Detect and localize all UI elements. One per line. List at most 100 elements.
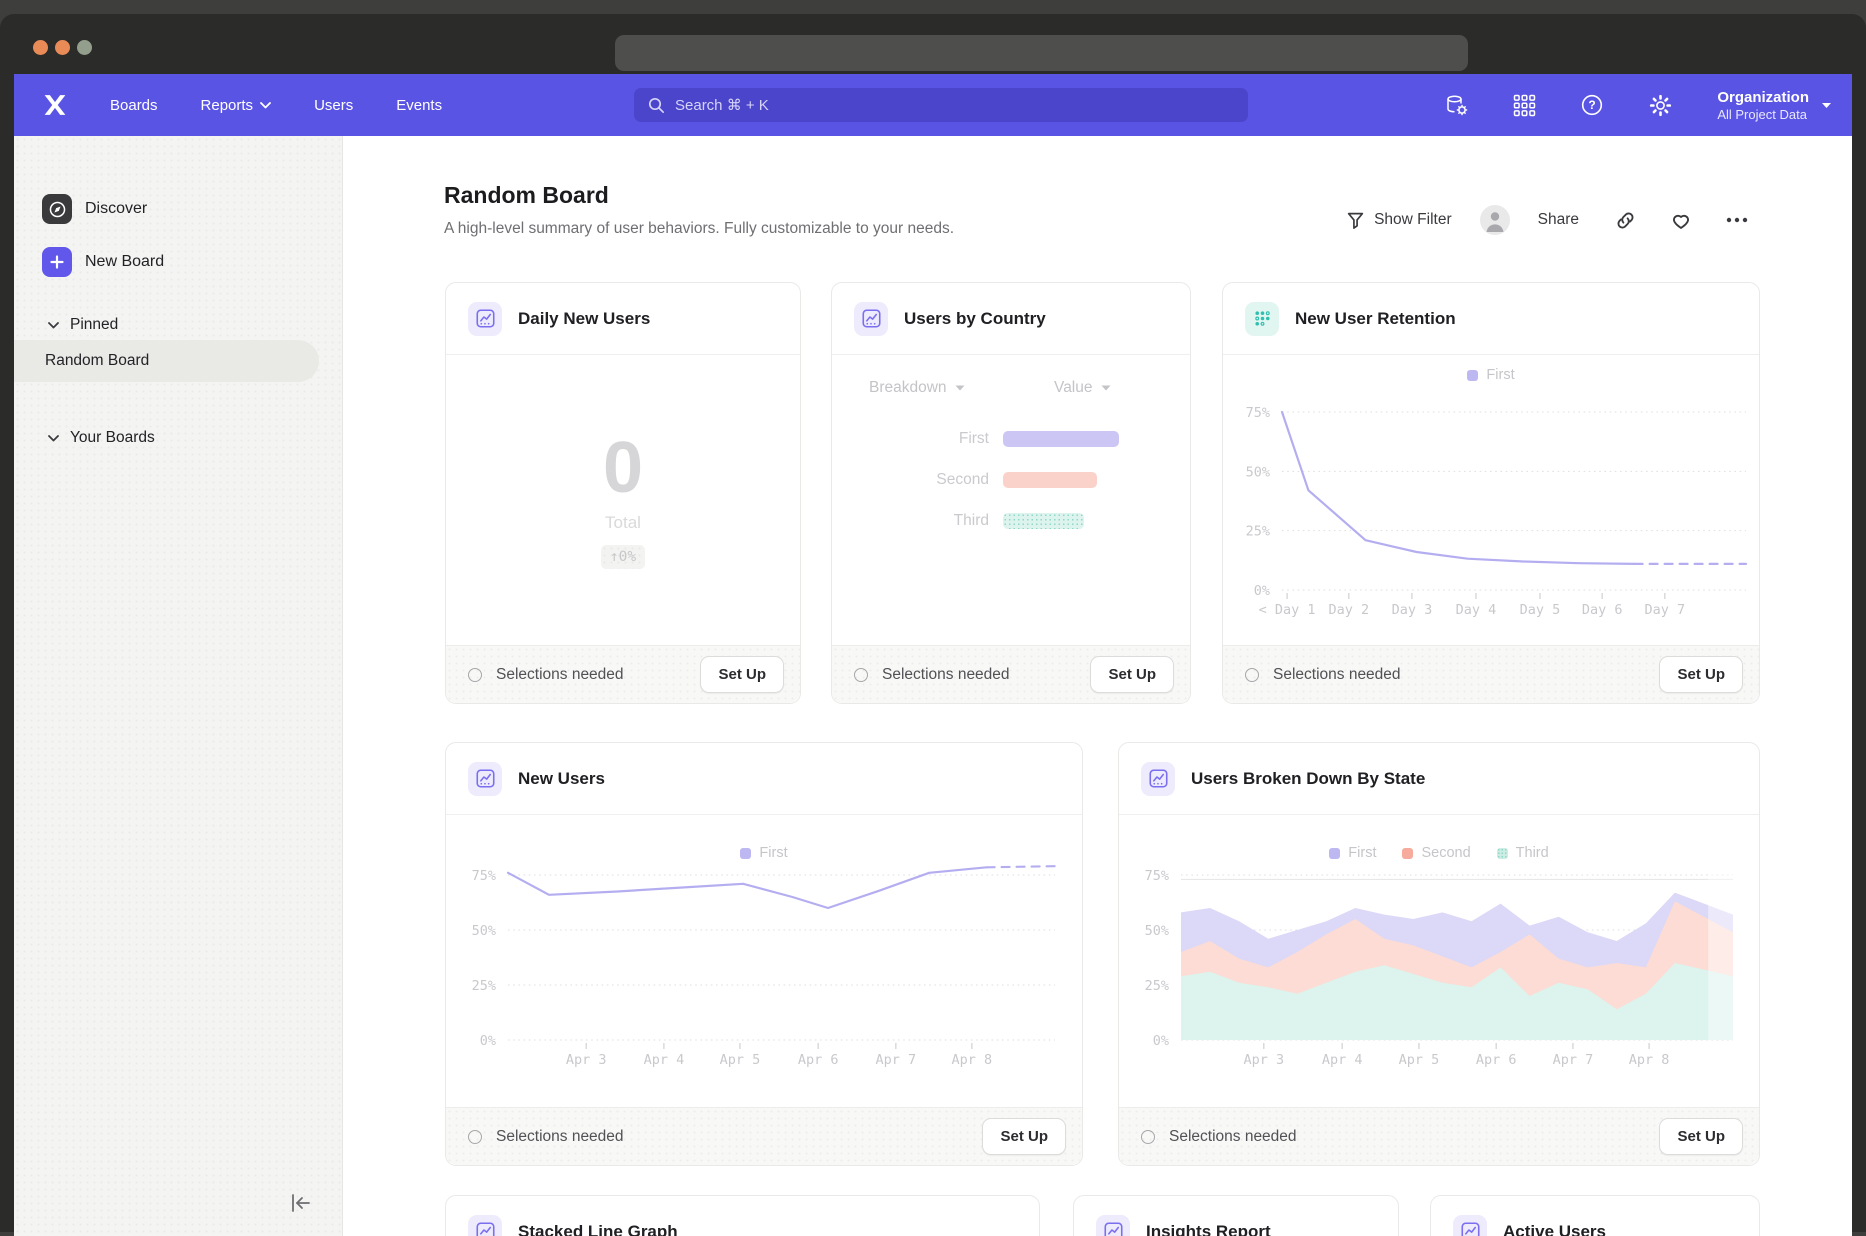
settings-gear-icon[interactable] (1648, 93, 1673, 118)
card-title: Active Users (1503, 1222, 1606, 1236)
card-footer: Selections needed Set Up (832, 645, 1190, 703)
card-header: Insights Report (1074, 1196, 1398, 1236)
country-row: First (832, 431, 1190, 447)
svg-text:50%: 50% (472, 923, 496, 939)
org-subtitle: All Project Data (1717, 107, 1809, 123)
svg-text:25%: 25% (1145, 978, 1169, 994)
card-header: Active Users (1431, 1196, 1759, 1236)
chart-legend: First Second Third (1119, 845, 1759, 861)
card-footer: Selections needed Set Up (1119, 1107, 1759, 1165)
svg-text:Apr 6: Apr 6 (1476, 1052, 1517, 1068)
set-up-button[interactable]: Set Up (700, 656, 784, 693)
line-chart-icon (1453, 1215, 1487, 1236)
metric-body: 0 Total ↑0% (446, 355, 800, 645)
close-window-button[interactable] (33, 40, 48, 55)
nav-item-events[interactable]: Events (396, 97, 442, 114)
card-title: Users Broken Down By State (1191, 769, 1425, 789)
page-subtitle: A high-level summary of user behaviors. … (444, 220, 954, 238)
svg-text:75%: 75% (1246, 405, 1270, 421)
status-label: Selections needed (496, 666, 624, 684)
avatar[interactable] (1480, 205, 1510, 235)
svg-text:0%: 0% (1153, 1033, 1169, 1049)
legend-label: Third (1516, 845, 1549, 861)
svg-text:Apr 7: Apr 7 (1553, 1052, 1594, 1068)
set-up-button[interactable]: Set Up (1659, 656, 1743, 693)
value-dropdown[interactable]: Value (1054, 379, 1111, 397)
compass-icon (42, 194, 72, 224)
metric-value: 0 (603, 431, 643, 505)
status: Selections needed (1141, 1128, 1659, 1146)
row-label: Third (954, 512, 989, 530)
status: Selections needed (1245, 666, 1659, 684)
app-window: Boards Reports Users Events (14, 74, 1852, 1236)
minimize-window-button[interactable] (55, 40, 70, 55)
top-navbar: Boards Reports Users Events (14, 74, 1852, 136)
svg-text:Day 5: Day 5 (1520, 602, 1561, 618)
nav-item-reports[interactable]: Reports (201, 97, 272, 114)
sidebar-item-new-board[interactable]: New Board (42, 247, 164, 277)
card-active-users: Active Users (1430, 1195, 1760, 1236)
svg-text:Apr 8: Apr 8 (952, 1052, 993, 1068)
svg-text:?: ? (1589, 98, 1596, 112)
svg-text:25%: 25% (1246, 524, 1270, 540)
set-up-button[interactable]: Set Up (1090, 656, 1174, 693)
card-users-by-state: Users Broken Down By State First Second … (1118, 742, 1760, 1166)
card-title: Users by Country (904, 309, 1046, 329)
section-label: Pinned (70, 316, 118, 334)
share-button[interactable]: Share (1538, 211, 1579, 229)
nav-items: Boards Reports Users Events (110, 97, 442, 114)
plus-icon (42, 247, 72, 277)
sidebar-section-your-boards[interactable]: Your Boards (48, 429, 155, 447)
section-label: Your Boards (70, 429, 155, 447)
svg-text:25%: 25% (472, 978, 496, 994)
row-bar (1003, 472, 1097, 488)
browser-address-bar[interactable] (615, 35, 1468, 71)
svg-text:Apr 4: Apr 4 (644, 1052, 685, 1068)
search-input[interactable]: Search ⌘ + K (634, 88, 1248, 122)
status-label: Selections needed (1273, 666, 1401, 684)
show-filter-button[interactable]: Show Filter (1346, 211, 1452, 230)
chevron-down-icon (1821, 102, 1832, 109)
nav-item-boards[interactable]: Boards (110, 97, 158, 114)
set-up-button[interactable]: Set Up (982, 1118, 1066, 1155)
row-bar (1003, 431, 1119, 447)
legend-swatch-first (1329, 848, 1340, 859)
card-new-user-retention: New User Retention First 75%50%25%0%< Da… (1222, 282, 1760, 704)
more-options-icon[interactable] (1726, 217, 1748, 223)
status-label: Selections needed (882, 666, 1010, 684)
data-management-icon[interactable] (1444, 93, 1469, 118)
favorite-heart-icon[interactable] (1670, 210, 1692, 230)
set-up-button[interactable]: Set Up (1659, 1118, 1743, 1155)
sidebar-section-pinned[interactable]: Pinned (48, 316, 118, 334)
search-placeholder: Search ⌘ + K (675, 96, 769, 114)
org-switcher[interactable]: Organization All Project Data (1717, 88, 1832, 123)
apps-grid-icon[interactable] (1513, 94, 1536, 117)
sidebar-item-random-board[interactable]: Random Board (14, 340, 319, 382)
nav-item-users[interactable]: Users (314, 97, 353, 114)
search-icon (648, 97, 665, 114)
sidebar-item-label: New Board (85, 253, 164, 271)
retention-grid-icon (1245, 302, 1279, 336)
copy-link-icon[interactable] (1615, 210, 1636, 231)
card-header: Users by Country (832, 283, 1190, 355)
retention-line-chart: 75%50%25%0%< Day 1Day 2Day 3Day 4Day 5Da… (1223, 388, 1761, 638)
svg-text:Apr 4: Apr 4 (1322, 1052, 1363, 1068)
breakdown-dropdown[interactable]: Breakdown (869, 379, 965, 397)
zoom-window-button[interactable] (77, 40, 92, 55)
legend-swatch-third (1497, 848, 1508, 859)
share-label: Share (1538, 211, 1579, 229)
help-icon[interactable]: ? (1580, 93, 1604, 117)
collapse-sidebar-icon[interactable] (289, 1191, 313, 1215)
nav-item-label: Boards (110, 97, 158, 114)
card-footer: Selections needed Set Up (446, 645, 800, 703)
svg-text:Apr 3: Apr 3 (1243, 1052, 1284, 1068)
status: Selections needed (468, 1128, 982, 1146)
card-header: New User Retention (1223, 283, 1759, 355)
svg-text:Day 6: Day 6 (1582, 602, 1623, 618)
card-title: Insights Report (1146, 1222, 1271, 1236)
legend-label: Second (1421, 845, 1470, 861)
status-label: Selections needed (496, 1128, 624, 1146)
sidebar-item-discover[interactable]: Discover (42, 194, 147, 224)
mixpanel-logo-icon[interactable] (43, 93, 69, 117)
card-daily-new-users: Daily New Users 0 Total ↑0% Selections n… (445, 282, 801, 704)
